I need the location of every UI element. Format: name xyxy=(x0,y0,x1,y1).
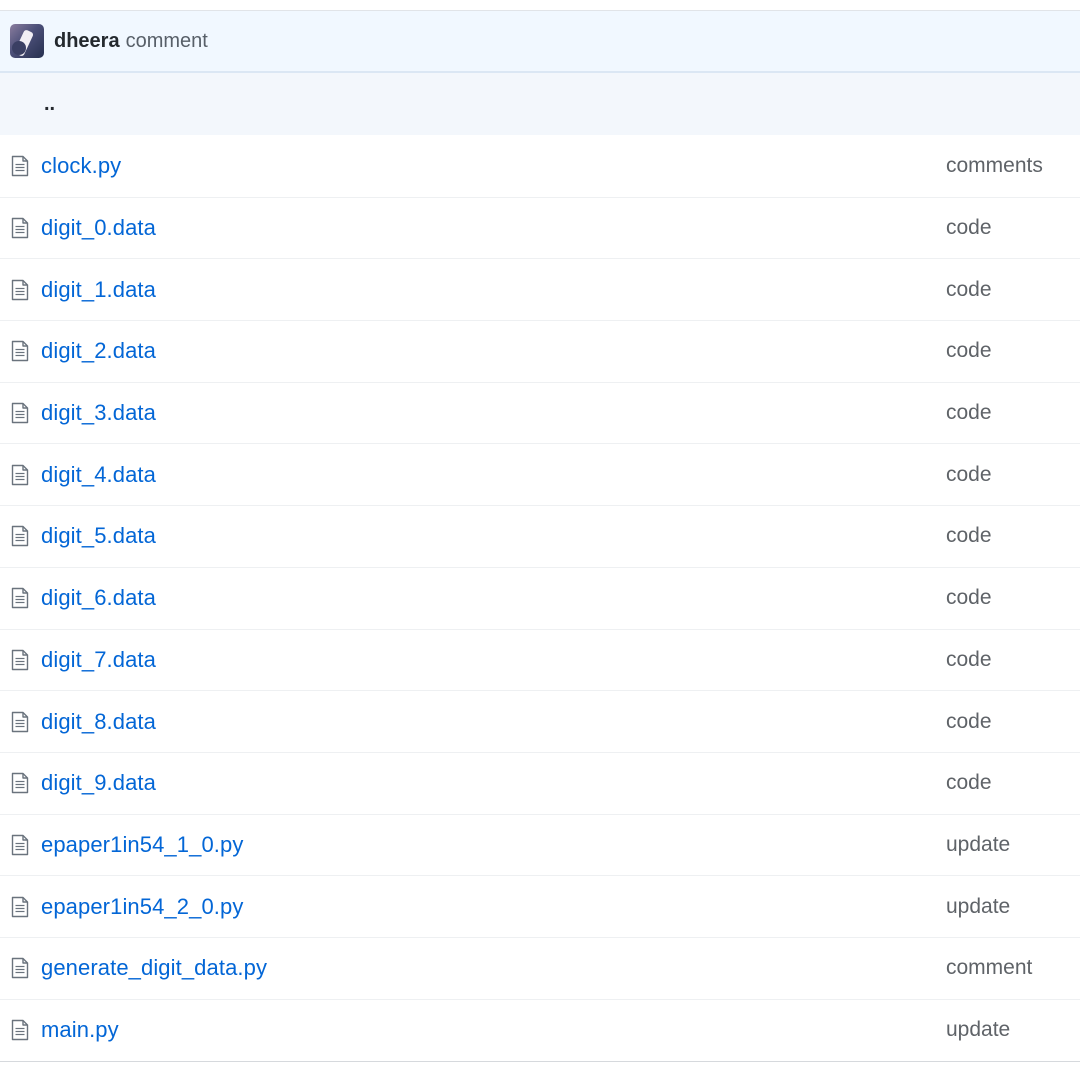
file-name-link[interactable]: digit_3.data xyxy=(41,400,156,426)
file-name-link[interactable]: generate_digit_data.py xyxy=(41,955,267,981)
file-icon xyxy=(11,341,29,362)
file-name-link[interactable]: digit_1.data xyxy=(41,277,156,303)
file-icon xyxy=(11,773,29,794)
file-row: digit_6.data code xyxy=(0,566,1080,629)
file-commit-message[interactable]: update xyxy=(946,895,1010,919)
file-name-link[interactable]: epaper1in54_1_0.py xyxy=(41,832,243,858)
file-icon xyxy=(11,155,29,177)
file-browser: dheera comment .. clock.py comments digi… xyxy=(0,10,1080,1062)
latest-commit-bar: dheera comment xyxy=(0,11,1080,73)
file-commit-message[interactable]: code xyxy=(946,586,992,610)
file-commit-message[interactable]: comment xyxy=(946,956,1032,980)
file-name-link[interactable]: digit_6.data xyxy=(41,585,156,611)
file-list: clock.py comments digit_0.data code digi… xyxy=(0,135,1080,1060)
file-name-link[interactable]: clock.py xyxy=(41,153,121,179)
file-commit-message[interactable]: code xyxy=(946,463,992,487)
file-row: main.py update xyxy=(0,998,1080,1061)
file-icon xyxy=(11,526,29,547)
file-commit-message[interactable]: code xyxy=(946,771,992,795)
file-icon xyxy=(11,217,29,239)
file-commit-message[interactable]: code xyxy=(946,648,992,672)
file-commit-message[interactable]: code xyxy=(946,401,992,425)
file-icon xyxy=(11,279,29,300)
file-row: digit_0.data code xyxy=(0,196,1080,259)
file-row: digit_7.data code xyxy=(0,628,1080,691)
file-icon xyxy=(11,711,29,732)
file-commit-message[interactable]: code xyxy=(946,216,992,240)
file-row: epaper1in54_1_0.py update xyxy=(0,813,1080,876)
file-name-link[interactable]: digit_8.data xyxy=(41,709,156,735)
file-icon xyxy=(11,587,29,609)
file-row: digit_5.data code xyxy=(0,505,1080,567)
commit-author[interactable]: dheera xyxy=(54,30,120,53)
file-name-link[interactable]: main.py xyxy=(41,1017,119,1043)
file-commit-message[interactable]: update xyxy=(946,1018,1010,1042)
file-row: digit_3.data code xyxy=(0,381,1080,444)
file-name-link[interactable]: epaper1in54_2_0.py xyxy=(41,894,243,920)
file-row: digit_2.data code xyxy=(0,320,1080,382)
file-row: digit_1.data code xyxy=(0,258,1080,320)
file-name-link[interactable]: digit_9.data xyxy=(41,770,156,796)
file-name-link[interactable]: digit_4.data xyxy=(41,462,156,488)
file-icon xyxy=(11,464,29,485)
file-row: clock.py comments xyxy=(0,135,1080,197)
file-icon xyxy=(11,1019,29,1041)
file-row: epaper1in54_2_0.py update xyxy=(0,875,1080,937)
file-commit-message[interactable]: update xyxy=(946,833,1010,857)
file-name-link[interactable]: digit_0.data xyxy=(41,215,156,241)
file-icon xyxy=(11,834,29,856)
file-row: generate_digit_data.py comment xyxy=(0,936,1080,999)
file-icon xyxy=(11,958,29,979)
file-icon xyxy=(11,649,29,671)
file-commit-message[interactable]: code xyxy=(946,339,992,363)
commit-message[interactable]: comment xyxy=(126,30,208,53)
file-commit-message[interactable]: comments xyxy=(946,154,1043,178)
file-commit-message[interactable]: code xyxy=(946,710,992,734)
file-commit-message[interactable]: code xyxy=(946,278,992,302)
file-icon xyxy=(11,896,29,917)
file-name-link[interactable]: digit_2.data xyxy=(41,338,156,364)
parent-directory-link[interactable]: .. xyxy=(0,73,1080,135)
file-name-link[interactable]: digit_7.data xyxy=(41,647,156,673)
file-row: digit_9.data code xyxy=(0,751,1080,814)
file-name-link[interactable]: digit_5.data xyxy=(41,523,156,549)
file-icon xyxy=(11,402,29,424)
parent-directory-label[interactable]: .. xyxy=(44,93,55,116)
file-row: digit_4.data code xyxy=(0,443,1080,505)
file-commit-message[interactable]: code xyxy=(946,524,992,548)
author-avatar[interactable] xyxy=(10,24,44,58)
file-row: digit_8.data code xyxy=(0,690,1080,752)
